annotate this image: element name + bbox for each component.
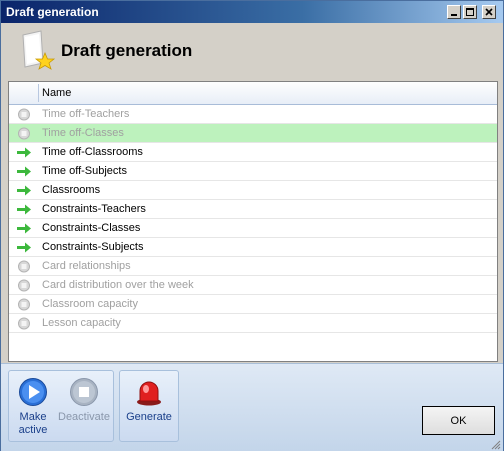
list-item[interactable]: Time off-Classrooms	[9, 143, 497, 162]
maximize-icon	[466, 8, 474, 16]
window-title: Draft generation	[6, 5, 99, 19]
list-item-label: Card relationships	[42, 260, 131, 272]
column-header-name: Name	[42, 87, 72, 99]
list-item-label: Time off-Classes	[42, 127, 124, 139]
play-icon	[19, 378, 47, 406]
page-title: Draft generation	[61, 41, 193, 60]
list-item[interactable]: Lesson capacity	[9, 314, 497, 333]
list-item-label: Time off-Subjects	[42, 165, 127, 177]
list-item-label: Classrooms	[42, 184, 101, 196]
arrow-right-icon	[17, 185, 31, 196]
list-item[interactable]: Constraints-Classes	[9, 219, 497, 238]
title-bar[interactable]: Draft generation	[1, 1, 503, 23]
list-item[interactable]: Card distribution over the week	[9, 276, 497, 295]
inactive-icon	[18, 279, 30, 292]
arrow-right-icon	[17, 204, 31, 215]
ok-label: OK	[450, 415, 467, 427]
list-item[interactable]: Constraints-Teachers	[9, 200, 497, 219]
arrow-right-icon	[17, 242, 31, 253]
generate-button[interactable]: Generate	[120, 371, 178, 441]
arrow-right-icon	[17, 223, 31, 234]
list-item[interactable]: Time off-Subjects	[9, 162, 497, 181]
inactive-icon	[18, 298, 30, 311]
list-item[interactable]: Time off-Classes	[9, 124, 497, 143]
list-item-label: Constraints-Classes	[42, 222, 141, 234]
close-button[interactable]	[482, 5, 496, 19]
resize-grip-icon[interactable]	[489, 438, 501, 450]
deactivate-button[interactable]: Deactivate	[55, 371, 113, 441]
make-active-button[interactable]: Make active	[9, 371, 57, 441]
make-active-label: Make active	[9, 411, 57, 437]
dialog-header: Draft generation	[1, 23, 503, 79]
inactive-icon	[18, 108, 30, 121]
activation-group: Make active Deactivate	[8, 370, 114, 442]
list-item[interactable]: Constraints-Subjects	[9, 238, 497, 257]
generate-group: Generate	[119, 370, 179, 442]
list-item-label: Card distribution over the week	[42, 279, 194, 291]
list-item-label: Constraints-Teachers	[42, 203, 146, 215]
make-active-label-line2: active	[18, 424, 48, 436]
arrow-right-icon	[17, 147, 31, 158]
list-item[interactable]: Card relationships	[9, 257, 497, 276]
maximize-button[interactable]	[463, 5, 477, 19]
generate-label: Generate	[126, 411, 172, 423]
list-item-label: Time off-Classrooms	[42, 146, 143, 158]
list-item[interactable]: Classroom capacity	[9, 295, 497, 314]
column-header[interactable]: Name	[9, 82, 497, 105]
make-active-label-line1: Make	[19, 411, 47, 423]
list-item[interactable]: Time off-Teachers	[9, 105, 497, 124]
list-item-label: Constraints-Subjects	[42, 241, 144, 253]
inactive-icon	[18, 317, 30, 330]
list-item-label: Time off-Teachers	[42, 108, 130, 120]
inactive-icon	[18, 127, 30, 140]
minimize-button[interactable]	[447, 5, 461, 19]
document-star-icon	[22, 30, 56, 70]
rules-list[interactable]: Name Time off-Teachers Time off-Classes Ti…	[8, 81, 498, 362]
siren-icon	[137, 381, 161, 406]
list-item-label: Classroom capacity	[42, 298, 138, 310]
list-item-label: Lesson capacity	[42, 317, 121, 329]
column-separator	[38, 84, 39, 102]
deactivate-label: Deactivate	[58, 411, 110, 423]
dialog-window: Draft generation Draft generation Name T…	[0, 0, 504, 451]
inactive-icon	[18, 260, 30, 273]
ok-button[interactable]: OK	[422, 406, 495, 435]
close-icon	[485, 8, 493, 16]
arrow-right-icon	[17, 166, 31, 177]
list-item[interactable]: Classrooms	[9, 181, 497, 200]
stop-icon	[70, 378, 98, 406]
minimize-icon	[451, 14, 457, 16]
